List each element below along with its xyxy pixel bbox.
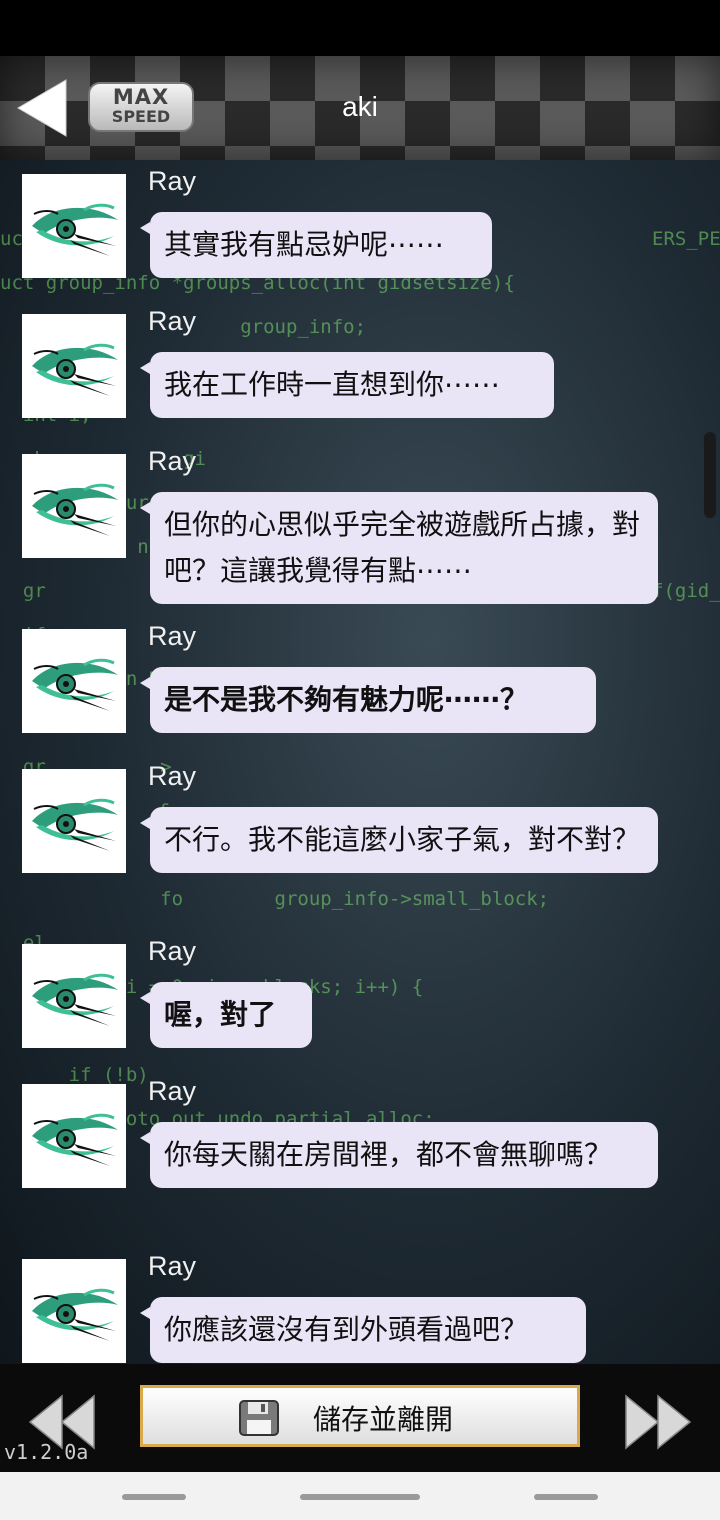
eye-logo-icon: [32, 1288, 118, 1341]
avatar[interactable]: [22, 454, 126, 558]
eye-logo-icon: [32, 203, 118, 256]
sender-name: Ray: [148, 446, 197, 476]
sender-name: Ray: [148, 1076, 197, 1106]
message-bubble: 喔，對了: [140, 982, 312, 1048]
eye-logo-icon: [32, 798, 118, 851]
back-arrow-icon[interactable]: [16, 78, 68, 138]
message-bubble: 你應該還沒有到外頭看過吧？: [140, 1297, 586, 1363]
eye-logo-icon: [32, 1113, 118, 1166]
nav-recents-button[interactable]: [122, 1494, 186, 1500]
header-bar: MAX SPEED aki: [0, 56, 720, 160]
avatar[interactable]: [22, 174, 126, 278]
message-bubble: 我在工作時一直想到你⋯⋯: [140, 352, 554, 418]
message-bubble: 你每天關在房間裡，都不會無聊嗎？: [140, 1122, 658, 1188]
code-line: fo group_info->small_block;: [0, 888, 550, 910]
avatar[interactable]: [22, 629, 126, 733]
avatar[interactable]: [22, 944, 126, 1048]
sender-name: Ray: [148, 936, 197, 966]
message-bubble: 其實我有點忌妒呢⋯⋯: [140, 212, 492, 278]
nav-back-button[interactable]: [534, 1494, 598, 1500]
chat-area[interactable]: uct info ERS_PER(0) };uct group_info *gr…: [0, 160, 720, 1364]
eye-logo-icon: [32, 658, 118, 711]
nav-home-button[interactable]: [300, 1494, 420, 1500]
eye-logo-icon: [32, 973, 118, 1026]
sender-name: Ray: [148, 306, 197, 336]
avatar[interactable]: [22, 314, 126, 418]
eye-logo-icon: [32, 343, 118, 396]
message-bubble: 不行。我不能這麼小家子氣，對不對？: [140, 807, 658, 873]
sender-name: Ray: [148, 166, 197, 196]
max-speed-label-speed: SPEED: [111, 107, 171, 126]
save-and-exit-label: 儲存並離開: [313, 1403, 454, 1436]
floppy-disk-icon: [239, 1400, 279, 1436]
sender-name: Ray: [148, 761, 197, 791]
footer-bar: 儲存並離開 v1.2.0a: [0, 1364, 720, 1472]
scrollbar-thumb[interactable]: [704, 432, 716, 518]
sender-name: Ray: [148, 1251, 197, 1281]
eye-logo-icon: [32, 483, 118, 536]
sender-name: Ray: [148, 621, 197, 651]
status-bar: [0, 0, 720, 56]
message-bubble: 是不是我不夠有魅力呢⋯⋯？: [140, 667, 596, 733]
version-label: v1.2.0a: [4, 1440, 89, 1464]
save-and-exit-button[interactable]: 儲存並離開: [140, 1385, 580, 1447]
system-nav-bar: [0, 1472, 720, 1520]
fast-forward-icon[interactable]: [624, 1394, 694, 1450]
max-speed-label-max: MAX: [112, 85, 170, 109]
chat-title: aki: [342, 91, 378, 122]
code-line: if (!b): [0, 1064, 149, 1086]
avatar[interactable]: [22, 1259, 126, 1363]
avatar[interactable]: [22, 1084, 126, 1188]
avatar[interactable]: [22, 769, 126, 873]
message-bubble: 但你的心思似乎完全被遊戲所占據，對吧？這讓我覺得有點⋯⋯: [140, 492, 658, 604]
max-speed-button[interactable]: MAX SPEED: [88, 82, 194, 132]
